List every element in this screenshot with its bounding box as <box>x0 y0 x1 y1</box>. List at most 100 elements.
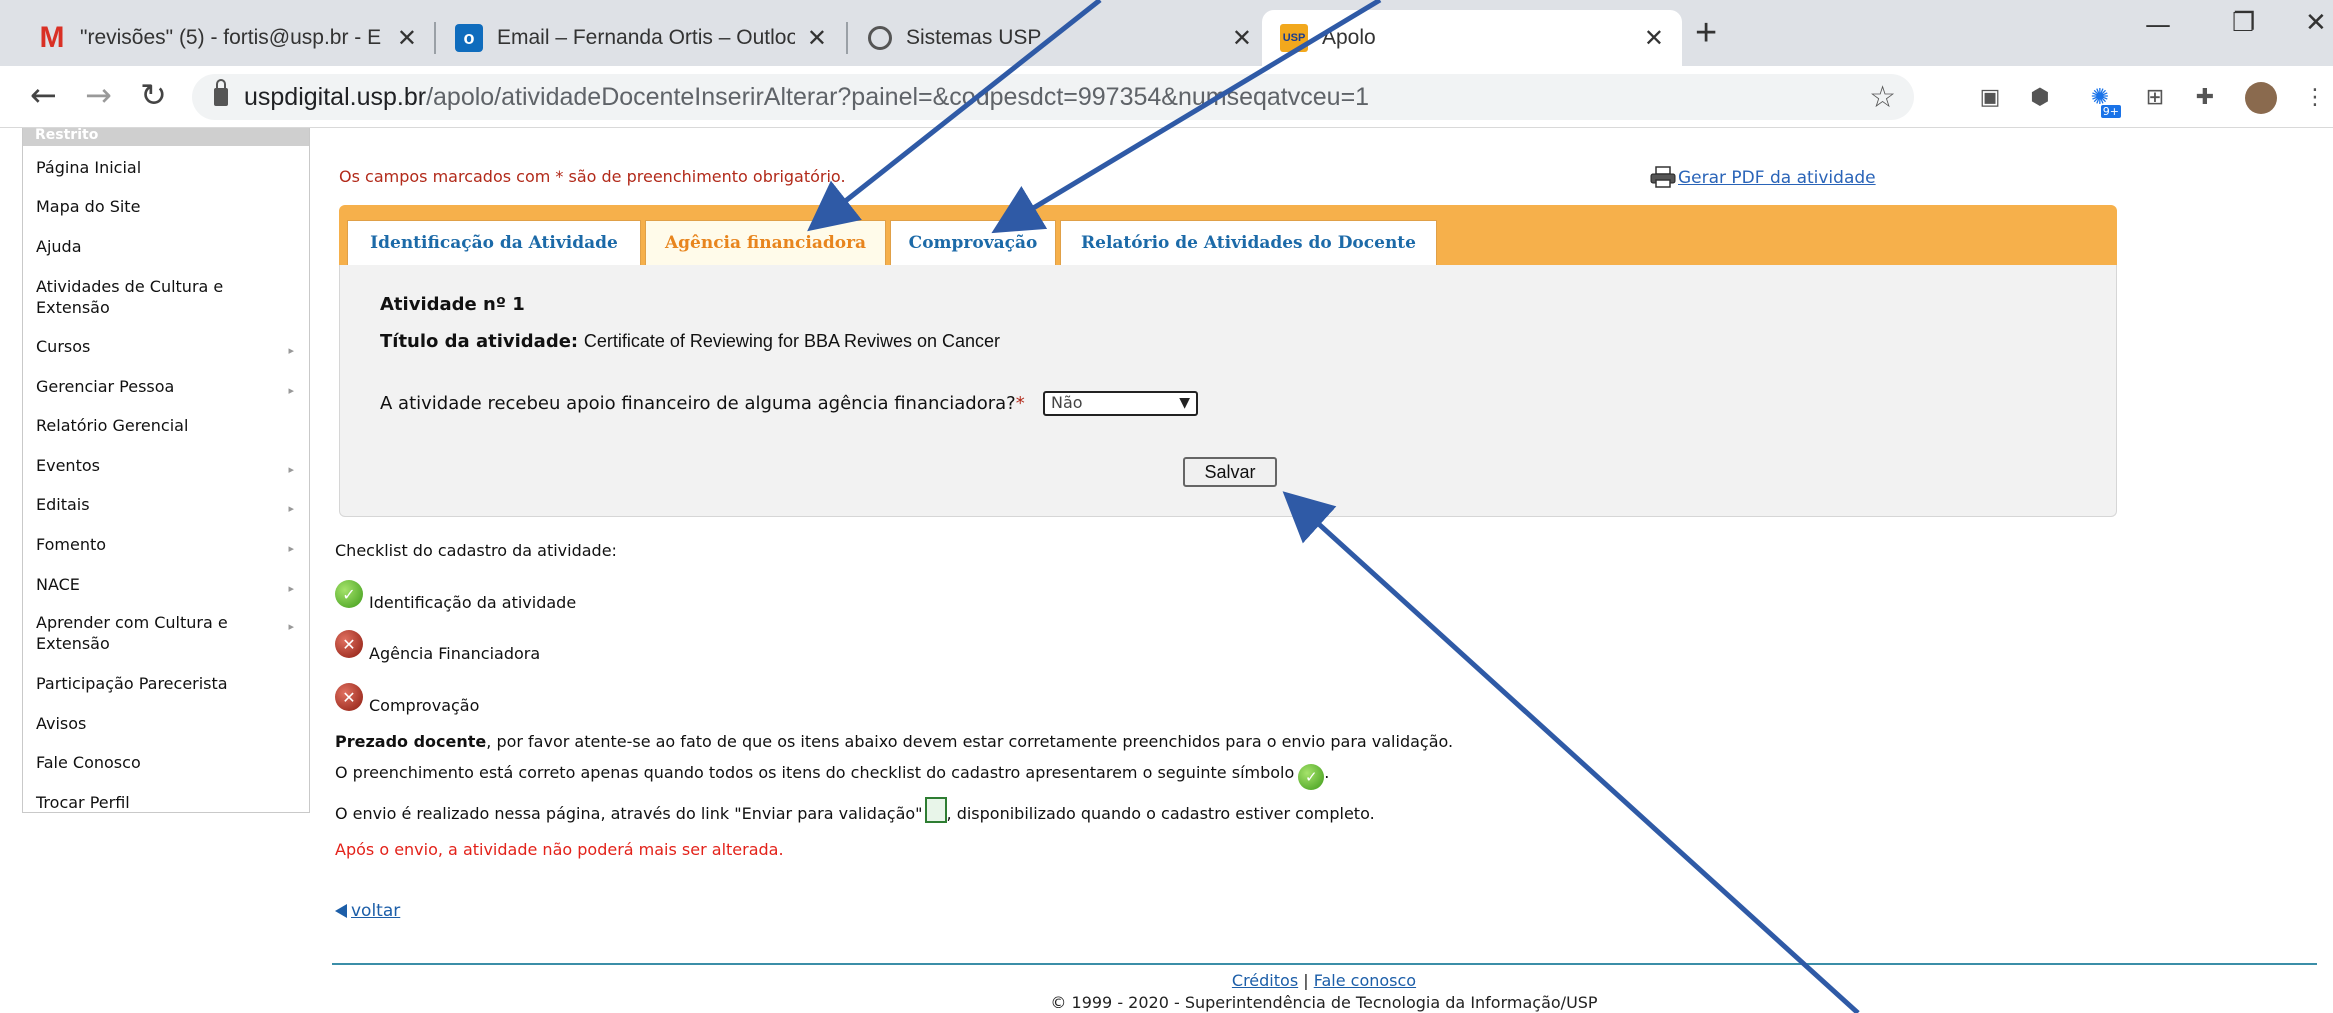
tab-agencia-financiadora[interactable]: Agência financiadora <box>645 220 886 265</box>
browser-tab-sistemas[interactable]: Sistemas USP ✕ <box>850 10 1270 66</box>
funding-question: A atividade recebeu apoio financeiro de … <box>380 393 1016 414</box>
tab-comprovacao[interactable]: Comprovação <box>890 220 1056 265</box>
lock-icon <box>214 79 228 106</box>
footer-divider <box>332 963 2317 965</box>
tab-label: Comprovação <box>908 233 1038 253</box>
close-icon[interactable]: ✕ <box>1232 24 1252 53</box>
sidebar-item-nace[interactable]: NACE ▸ <box>36 574 306 595</box>
browser-tab-apolo[interactable]: USP Apolo ✕ <box>1262 10 1682 66</box>
sidebar-item-label: Relatório Gerencial <box>36 416 189 435</box>
chevron-down-icon: ▼ <box>1179 395 1190 411</box>
notice-line2-text: O preenchimento está correto apenas quan… <box>335 763 1295 782</box>
new-tab-button[interactable]: + <box>1695 12 1717 55</box>
cast-icon[interactable]: ▣ <box>1975 82 2005 112</box>
close-icon[interactable]: ✕ <box>397 24 417 53</box>
globe-icon <box>868 26 892 50</box>
sidebar-item-fale-conosco[interactable]: Fale Conosco <box>36 752 306 773</box>
avatar[interactable] <box>2245 82 2277 114</box>
browser-tab-label: Email – Fernanda Ortis – Outlook <box>497 26 795 49</box>
notice-line-2: O preenchimento está correto apenas quan… <box>335 763 1329 790</box>
reload-icon[interactable]: ↻ <box>140 76 167 114</box>
footer-links: Créditos | Fale conosco <box>0 971 2333 990</box>
sidebar-item-label: Cursos <box>36 337 91 356</box>
sidebar-item-participacao-parecerista[interactable]: Participação Parecerista <box>36 673 306 694</box>
activity-tab-strip: Identificação da Atividade Agência finan… <box>339 205 2117 265</box>
sidebar-item-trocar-perfil[interactable]: Trocar Perfil <box>36 792 306 813</box>
gmail-icon: M <box>39 21 65 54</box>
save-button[interactable]: Salvar <box>1183 457 1277 487</box>
annotation-arrow-salvar <box>1282 491 1860 1013</box>
tab-separator <box>434 22 436 54</box>
back-triangle-icon <box>335 904 347 918</box>
extension-icon[interactable]: ✺ 9+ <box>2085 82 2121 118</box>
required-fields-note: Os campos marcados com * são de preenchi… <box>339 167 846 186</box>
sidebar-item-label: Editais <box>36 495 90 514</box>
outlook-icon: o <box>455 24 483 52</box>
footer-separator: | <box>1303 971 1309 990</box>
back-link[interactable]: voltar <box>335 901 400 921</box>
url-path: /apolo/atividadeDocenteInserirAlterar?pa… <box>426 82 1370 111</box>
footer-contact-link[interactable]: Fale conosco <box>1314 971 1416 990</box>
notice-bold: Prezado docente <box>335 732 487 751</box>
sidebar-item-mapa-do-site[interactable]: Mapa do Site <box>36 196 306 217</box>
notice-line3-a: O envio é realizado nessa página, atravé… <box>335 804 923 823</box>
sidebar-item-pagina-inicial[interactable]: Página Inicial <box>36 157 306 178</box>
puzzle-icon[interactable]: ✚ <box>2190 82 2220 112</box>
sidebar-item-label: Aprender com Cultura e Extensão <box>36 613 228 653</box>
funding-select-value: Não <box>1051 393 1083 412</box>
close-icon[interactable]: ✕ <box>807 24 827 53</box>
tab-relatorio-docente[interactable]: Relatório de Atividades do Docente <box>1060 220 1437 265</box>
tab-label: Relatório de Atividades do Docente <box>1081 233 1416 253</box>
submenu-arrow-icon: ▸ <box>288 620 294 633</box>
tab-identificacao[interactable]: Identificação da Atividade <box>347 220 641 265</box>
sidebar-item-ajuda[interactable]: Ajuda <box>36 236 306 257</box>
checklist-title: Checklist do cadastro da atividade: <box>335 541 617 560</box>
sidebar-item-editais[interactable]: Editais ▸ <box>36 494 306 515</box>
grid-icon[interactable]: ⊞ <box>2140 82 2170 112</box>
close-icon[interactable]: ✕ <box>1644 24 1664 53</box>
browser-tab-label: Sistemas USP <box>906 26 1042 49</box>
kebab-menu-icon[interactable]: ⋮ <box>2300 82 2330 112</box>
error-x-icon: ✕ <box>335 630 363 658</box>
browser-tab-gmail[interactable]: M "revisões" (5) - fortis@usp.br - E ✕ <box>20 10 435 66</box>
shield-icon[interactable]: ⬢ <box>2025 82 2055 112</box>
sidebar-item-atividades-cultura[interactable]: Atividades de Cultura e Extensão <box>36 276 266 318</box>
sidebar-item-label: Avisos <box>36 714 87 733</box>
minimize-icon[interactable]: — <box>2145 10 2171 40</box>
window-close-icon[interactable]: ✕ <box>2305 8 2327 38</box>
error-x-icon: ✕ <box>335 683 363 711</box>
required-asterisk: * <box>1015 393 1025 414</box>
sidebar-item-label: Gerenciar Pessoa <box>36 377 175 396</box>
check-ok-icon: ✓ <box>1298 764 1325 790</box>
forward-arrow-icon[interactable]: → <box>85 76 112 114</box>
sidebar-item-gerenciar-pessoa[interactable]: Gerenciar Pessoa ▸ <box>36 376 306 397</box>
sidebar-item-label: Mapa do Site <box>36 197 141 216</box>
sidebar-item-cursos[interactable]: Cursos ▸ <box>36 336 306 357</box>
url-host: uspdigital.usp.br <box>244 82 427 111</box>
sidebar-item-fomento[interactable]: Fomento ▸ <box>36 534 306 555</box>
sidebar-header: Restrito <box>23 128 309 146</box>
sidebar-item-label: Atividades de Cultura e Extensão <box>36 277 224 317</box>
submenu-arrow-icon: ▸ <box>288 542 294 555</box>
browser-tab-outlook[interactable]: o Email – Fernanda Ortis – Outlook ✕ <box>437 10 845 66</box>
restore-icon[interactable]: ❐ <box>2232 8 2255 38</box>
printer-icon <box>1650 166 1676 188</box>
sidebar-item-avisos[interactable]: Avisos <box>36 713 306 734</box>
address-bar[interactable]: uspdigital.usp.br/apolo/atividadeDocente… <box>192 74 1914 120</box>
sidebar-item-eventos[interactable]: Eventos ▸ <box>36 455 306 476</box>
browser-tab-label: "revisões" (5) - fortis@usp.br - E <box>80 26 382 49</box>
footer-credits-link[interactable]: Créditos <box>1232 971 1298 990</box>
funding-agency-select[interactable]: Não ▼ <box>1043 391 1198 416</box>
sidebar-item-label: Fale Conosco <box>36 753 141 772</box>
activity-number: Atividade nº 1 <box>380 294 525 315</box>
sidebar-item-relatorio-gerencial[interactable]: Relatório Gerencial <box>36 415 306 436</box>
back-arrow-icon[interactable]: ← <box>30 76 57 114</box>
sidebar-item-label: Trocar Perfil <box>36 793 130 812</box>
sidebar-item-aprender-cultura[interactable]: Aprender com Cultura e Extensão ▸ <box>36 612 306 654</box>
activity-title-value: Certificate of Reviewing for BBA Reviwes… <box>583 331 1001 351</box>
sidebar-item-label: Fomento <box>36 535 107 554</box>
after-send-warning: Após o envio, a atividade não poderá mai… <box>335 840 784 859</box>
bookmark-star-icon[interactable]: ☆ <box>1869 80 1896 115</box>
generate-pdf-label: Gerar PDF da atividade <box>1678 168 1876 188</box>
generate-pdf-link[interactable]: Gerar PDF da atividade <box>1650 166 1876 188</box>
